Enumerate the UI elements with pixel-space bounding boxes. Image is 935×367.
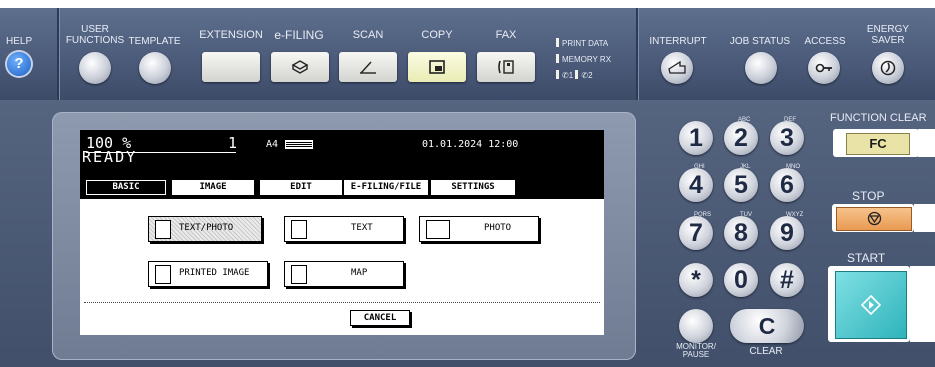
mode-label: TEXT/PHOTO <box>179 223 234 233</box>
copy-count: 1 <box>228 134 238 152</box>
interrupt-label: INTERRUPT <box>649 36 707 47</box>
touch-screen: 100 % 1 A4 01.01.2024 12:00 READY BASIC … <box>80 130 604 335</box>
clear-button[interactable]: C <box>730 309 804 343</box>
function-clear-edge <box>918 129 935 157</box>
function-clear-button[interactable]: FC <box>846 133 910 155</box>
key-asterisk[interactable]: * <box>679 263 713 297</box>
tab-basic[interactable]: BASIC <box>86 180 166 195</box>
tab-e-filing-file[interactable]: E-FILING/FILE <box>344 180 428 195</box>
tab-edit[interactable]: EDIT <box>260 180 342 195</box>
clear-label: CLEAR <box>749 346 783 357</box>
template-button[interactable] <box>139 52 171 84</box>
e-filing-button[interactable] <box>271 52 329 82</box>
start-icon <box>860 294 882 316</box>
energy-saver-icon <box>880 60 896 76</box>
copy-button[interactable] <box>408 52 466 82</box>
mode-printed-image-button[interactable]: PRINTED IMAGE <box>148 261 268 287</box>
mode-photo-button[interactable]: PHOTO <box>419 216 539 242</box>
start-button[interactable] <box>835 271 907 339</box>
copier-control-panel: HELP ? USER FUNCTIONS TEMPLATE EXTENSION… <box>0 0 935 367</box>
interrupt-icon <box>668 61 686 74</box>
key-9[interactable]: 9 <box>770 216 804 250</box>
tab-image[interactable]: IMAGE <box>172 180 254 195</box>
energy-saver-button[interactable] <box>872 52 904 84</box>
mode-label: PHOTO <box>484 223 512 233</box>
key-2[interactable]: 2 <box>724 121 758 155</box>
divider <box>57 8 60 100</box>
mode-text-photo-button[interactable]: TEXT/PHOTO <box>148 216 262 242</box>
divider <box>636 8 639 100</box>
stop-edge <box>914 204 935 232</box>
stop-button[interactable] <box>836 207 912 231</box>
extension-button[interactable] <box>202 52 260 82</box>
mode-label: PRINTED IMAGE <box>179 268 250 278</box>
stop-icon <box>867 211 882 226</box>
user-functions-label: USER FUNCTIONS <box>65 24 125 46</box>
scan-button[interactable] <box>339 52 397 82</box>
job-status-label: JOB STATUS <box>729 36 791 47</box>
start-edge <box>910 266 935 342</box>
monitor-pause-label: MONITOR/ PAUSE <box>676 342 716 359</box>
fax-icon <box>498 60 514 74</box>
energy-saver-label: ENERGY SAVER <box>866 24 910 46</box>
key-4[interactable]: 4 <box>679 168 713 202</box>
key-hash[interactable]: # <box>770 263 804 297</box>
key-5[interactable]: 5 <box>724 168 758 202</box>
mode-label: MAP <box>351 268 368 278</box>
help-button[interactable]: ? <box>7 52 31 76</box>
mode-map-button[interactable]: MAP <box>284 261 404 287</box>
mode-text-button[interactable]: TEXT <box>284 216 404 242</box>
print-data-indicator: PRINT DATA <box>556 38 608 48</box>
line-indicators: ✆1 ✆2 <box>556 70 593 80</box>
scan-label: SCAN <box>352 29 384 41</box>
key-7[interactable]: 7 <box>679 216 713 250</box>
memory-rx-indicator: MEMORY RX <box>556 54 611 64</box>
text-photo-icon <box>155 220 171 239</box>
monitor-pause-button[interactable] <box>679 309 713 343</box>
scan-icon <box>360 61 376 74</box>
e-filing-label: e-FILING <box>274 28 324 42</box>
interrupt-button[interactable] <box>661 52 693 84</box>
key-3[interactable]: 3 <box>770 121 804 155</box>
status-message: READY <box>82 148 138 166</box>
key-1[interactable]: 1 <box>679 121 713 155</box>
key-0[interactable]: 0 <box>724 263 758 297</box>
function-clear-label: FUNCTION CLEAR <box>830 112 927 124</box>
stop-label: STOP <box>852 189 885 203</box>
paper-size: A4 <box>266 139 279 150</box>
fax-button[interactable] <box>477 52 535 82</box>
screen-status-area: 100 % 1 A4 01.01.2024 12:00 READY <box>80 130 604 177</box>
copy-icon <box>429 60 445 74</box>
function-tabs: BASIC IMAGE EDIT E-FILING/FILE SETTINGS <box>80 177 604 199</box>
key-8[interactable]: 8 <box>724 216 758 250</box>
access-label: ACCESS <box>804 36 846 47</box>
printed-image-icon <box>155 265 171 284</box>
date-time: 01.01.2024 12:00 <box>422 139 519 150</box>
copy-label: COPY <box>421 29 453 41</box>
paper-tray-icon <box>285 140 313 149</box>
key-6[interactable]: 6 <box>770 168 804 202</box>
extension-label: EXTENSION <box>199 29 263 41</box>
tab-settings[interactable]: SETTINGS <box>431 180 515 195</box>
fax-label: FAX <box>495 29 517 41</box>
e-filing-icon <box>291 60 309 74</box>
map-icon <box>291 265 307 284</box>
job-status-button[interactable] <box>745 52 777 84</box>
key-icon <box>815 63 832 73</box>
help-label: HELP <box>6 36 33 47</box>
user-functions-button[interactable] <box>79 52 111 84</box>
mode-label: TEXT <box>351 223 373 233</box>
phone-icon: ✆ <box>562 71 569 80</box>
start-label: START <box>847 251 886 265</box>
photo-icon <box>426 220 450 239</box>
text-icon <box>291 220 307 239</box>
divider <box>84 302 600 303</box>
template-label: TEMPLATE <box>128 36 181 47</box>
top-control-strip <box>0 8 935 100</box>
cancel-button[interactable]: CANCEL <box>350 310 410 326</box>
access-button[interactable] <box>808 52 840 84</box>
